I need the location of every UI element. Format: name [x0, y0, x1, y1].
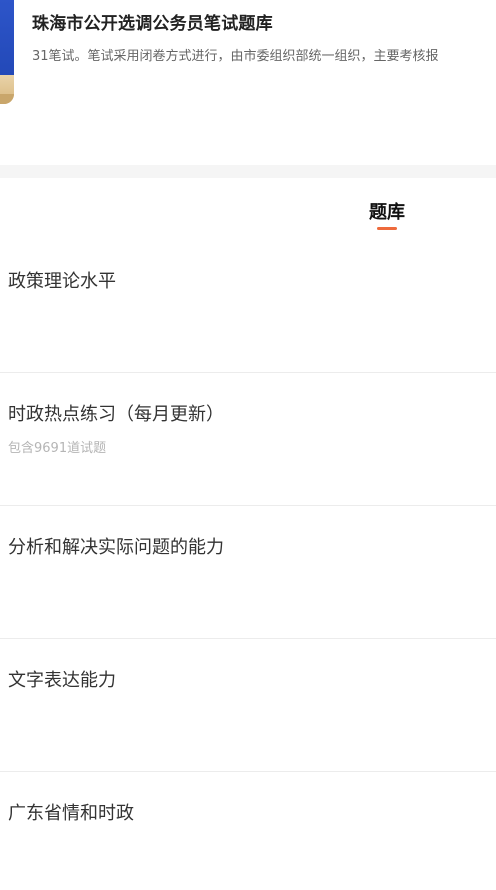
- question-bank-name: 时政热点练习（每月更新）: [8, 404, 224, 425]
- question-count: 包含9691道试题: [8, 441, 107, 456]
- question-bank-item[interactable]: 时政热点练习（每月更新） 包含9691道试题: [0, 373, 496, 506]
- question-bank-item[interactable]: 政策理论水平: [0, 240, 496, 373]
- course-cover-image: [0, 0, 14, 104]
- question-bank-name: 广东省情和时政: [8, 803, 134, 824]
- course-description: 31笔试。笔试采用闭卷方式进行，由市委组织部统一组织，主要考核报: [32, 49, 439, 64]
- tab-bar: 题库: [0, 178, 496, 238]
- question-bank-name: 政策理论水平: [8, 271, 116, 292]
- question-bank-item[interactable]: 文字表达能力: [0, 639, 496, 772]
- cover-decoration: [0, 94, 14, 104]
- question-bank-name: 分析和解决实际问题的能力: [8, 537, 224, 558]
- course-title: 珠海市公开选调公务员笔试题库: [32, 14, 273, 34]
- section-divider: [0, 165, 496, 178]
- active-tab-indicator: [377, 227, 397, 230]
- tab-question-bank[interactable]: 题库: [355, 198, 419, 224]
- course-card[interactable]: 珠海市公开选调公务员笔试题库 31笔试。笔试采用闭卷方式进行，由市委组织部统一组…: [0, 0, 496, 125]
- page: 珠海市公开选调公务员笔试题库 31笔试。笔试采用闭卷方式进行，由市委组织部统一组…: [0, 0, 496, 890]
- question-bank-item[interactable]: 广东省情和时政: [0, 772, 496, 890]
- question-bank-item[interactable]: 分析和解决实际问题的能力: [0, 506, 496, 639]
- question-bank-list: 政策理论水平 时政热点练习（每月更新） 包含9691道试题 分析和解决实际问题的…: [0, 240, 496, 890]
- question-bank-name: 文字表达能力: [8, 670, 116, 691]
